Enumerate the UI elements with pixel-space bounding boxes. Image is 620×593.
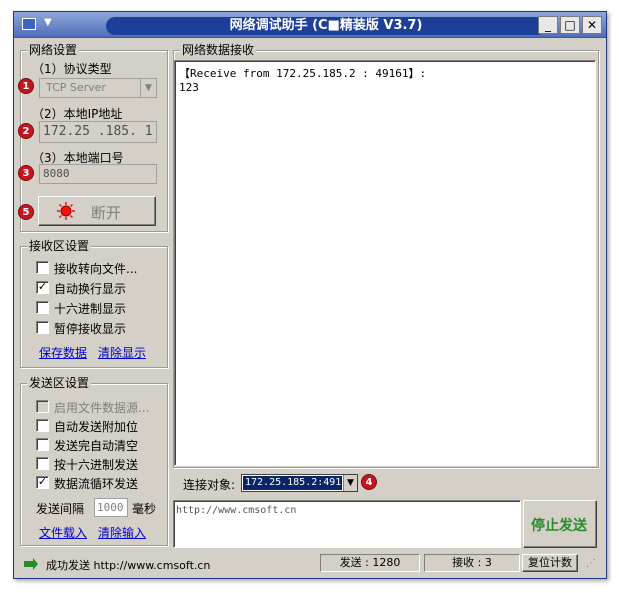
port-input[interactable]: 8080 <box>39 164 157 184</box>
send-settings-title: 发送区设置 <box>27 376 92 390</box>
badge-3: 3 <box>18 165 34 181</box>
stop-send-label: 停止发送 <box>531 518 587 534</box>
ip-input[interactable]: 172.25 .185. 1 <box>39 121 157 143</box>
stop-send-button[interactable]: 停止发送 <box>523 500 597 548</box>
dropdown-arrow-icon[interactable]: ▼ <box>140 79 156 97</box>
hex-send-label[interactable]: 按十六进制发送 <box>54 456 138 473</box>
app-window: ▼ 网络调试助手 (C■精装版 V3.7) _ □ ✕ 网络设置 （1）协议类型 1… <box>13 11 607 579</box>
clear-input-link[interactable]: 清除输入 <box>98 524 146 541</box>
window-title: 网络调试助手 (C■精装版 V3.7) <box>106 17 546 35</box>
chevron-down-icon: ▼ <box>44 17 52 28</box>
file-source-checkbox[interactable] <box>36 400 49 413</box>
receive-text-area[interactable]: 【Receive from 172.25.185.2 : 49161】: 123 <box>174 60 596 466</box>
disconnect-button[interactable]: 断开 <box>38 196 156 226</box>
title-bar[interactable]: ▼ 网络调试助手 (C■精装版 V3.7) _ □ ✕ <box>14 12 606 38</box>
received-count: 接收 : 3 <box>424 554 520 572</box>
receive-to-file-label[interactable]: 接收转向文件... <box>54 260 137 277</box>
status-bar: 成功发送 http://www.cmsoft.cn 发送 : 1280 接收 :… <box>18 554 602 574</box>
protocol-select[interactable]: TCP Server ▼ <box>39 78 157 98</box>
system-menu[interactable]: ▼ <box>20 17 64 33</box>
pause-receive-checkbox[interactable] <box>36 321 49 334</box>
sent-count: 发送 : 1280 <box>320 554 420 572</box>
send-text: http://www.cmsoft.cn <box>176 505 297 516</box>
clear-display-link[interactable]: 清除显示 <box>98 344 146 361</box>
send-status-icon <box>24 558 38 570</box>
badge-1: 1 <box>18 78 34 94</box>
receive-header-line: 【Receive from 172.25.185.2 : 49161】: <box>179 67 427 80</box>
load-file-link[interactable]: 文件载入 <box>39 524 87 541</box>
auto-append-checkbox[interactable] <box>36 419 49 432</box>
network-settings-title: 网络设置 <box>27 43 80 57</box>
file-source-label[interactable]: 启用文件数据源... <box>54 399 149 416</box>
hex-display-label[interactable]: 十六进制显示 <box>54 300 126 317</box>
data-receive-title: 网络数据接收 <box>180 43 257 57</box>
auto-clear-checkbox[interactable] <box>36 438 49 451</box>
disconnect-label: 断开 <box>91 204 122 222</box>
hex-send-checkbox[interactable] <box>36 457 49 470</box>
badge-4: 4 <box>361 474 377 490</box>
auto-wrap-label[interactable]: 自动换行显示 <box>54 280 126 297</box>
interval-input[interactable]: 1000 <box>94 498 128 517</box>
loop-send-label[interactable]: 数据流循环发送 <box>54 475 138 492</box>
dropdown-arrow-icon[interactable]: ▼ <box>343 475 357 491</box>
connect-target-select[interactable]: 172.25.185.2:491 ▼ <box>241 474 358 492</box>
hex-display-checkbox[interactable] <box>36 301 49 314</box>
interval-label: 发送间隔 <box>36 502 85 516</box>
resize-grip-icon[interactable]: ⋰ <box>586 558 596 569</box>
computer-icon <box>22 18 36 30</box>
receive-settings-title: 接收区设置 <box>27 239 92 253</box>
send-text-area[interactable]: http://www.cmsoft.cn <box>173 500 521 548</box>
receive-to-file-checkbox[interactable] <box>36 261 49 274</box>
maximize-button[interactable]: □ <box>560 16 580 34</box>
badge-5: 5 <box>18 204 34 220</box>
badge-2: 2 <box>18 123 34 139</box>
minimize-button[interactable]: _ <box>538 16 558 34</box>
close-button[interactable]: ✕ <box>582 16 602 34</box>
loop-send-checkbox[interactable]: ✓ <box>36 476 49 489</box>
protocol-value: TCP Server <box>46 81 106 94</box>
interval-unit: 毫秒 <box>132 502 157 516</box>
pause-receive-label[interactable]: 暂停接收显示 <box>54 320 126 337</box>
auto-append-label[interactable]: 自动发送附加位 <box>54 418 138 435</box>
receive-body-line: 123 <box>179 81 199 94</box>
protocol-label: （1）协议类型 <box>32 62 112 76</box>
auto-wrap-checkbox[interactable]: ✓ <box>36 281 49 294</box>
ip-label: （2）本地IP地址 <box>32 107 123 121</box>
save-data-link[interactable]: 保存数据 <box>39 344 87 361</box>
auto-clear-label[interactable]: 发送完自动清空 <box>54 437 138 454</box>
status-message: 成功发送 http://www.cmsoft.cn <box>46 559 211 572</box>
connect-target-value: 172.25.185.2:491 <box>243 476 342 490</box>
red-lamp-icon <box>57 202 75 220</box>
connect-label: 连接对象: <box>183 478 236 492</box>
reset-count-button[interactable]: 复位计数 <box>522 554 578 572</box>
